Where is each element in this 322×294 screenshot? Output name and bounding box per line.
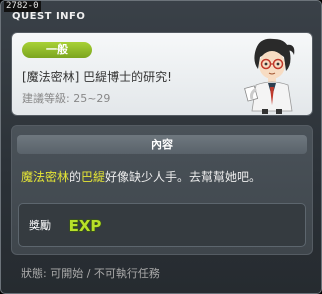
reward-label: 獎勵 <box>29 219 51 232</box>
reward-box: 獎勵 EXP <box>18 203 306 247</box>
quest-name: [魔法密林] 巴緹博士的研究! <box>22 70 172 84</box>
quest-description: 魔法密林的巴緹好像缺少人手。去幫幫她吧。 <box>21 170 261 184</box>
description-text: 好像缺少人手。去幫幫她吧。 <box>105 170 262 184</box>
window-title: QUEST INFO <box>12 11 86 22</box>
npc-name-highlight: 巴緹 <box>81 170 106 184</box>
quest-summary-panel: 一般 [魔法密林] 巴緹博士的研究! 建議等級: 25~29 <box>11 32 313 116</box>
recommended-level: 建議等級: 25~29 <box>22 92 111 105</box>
description-text: 的 <box>69 170 82 184</box>
npc-portrait-icon <box>244 38 295 114</box>
exp-icon: EXP <box>68 216 102 235</box>
quest-status: 狀態: 可開始 / 不可執行任務 <box>21 267 160 280</box>
quest-info-window: 2782-0 QUEST INFO 一般 [魔法密林] 巴緹博士的研究! 建議等… <box>0 0 322 294</box>
quest-content-panel: 內容 魔法密林的巴緹好像缺少人手。去幫幫她吧。 獎勵 EXP <box>11 125 313 255</box>
exp-icon-text: EXP <box>69 217 102 235</box>
category-badge: 一般 <box>22 42 92 58</box>
location-highlight: 魔法密林 <box>21 170 70 184</box>
content-header: 內容 <box>17 135 307 154</box>
